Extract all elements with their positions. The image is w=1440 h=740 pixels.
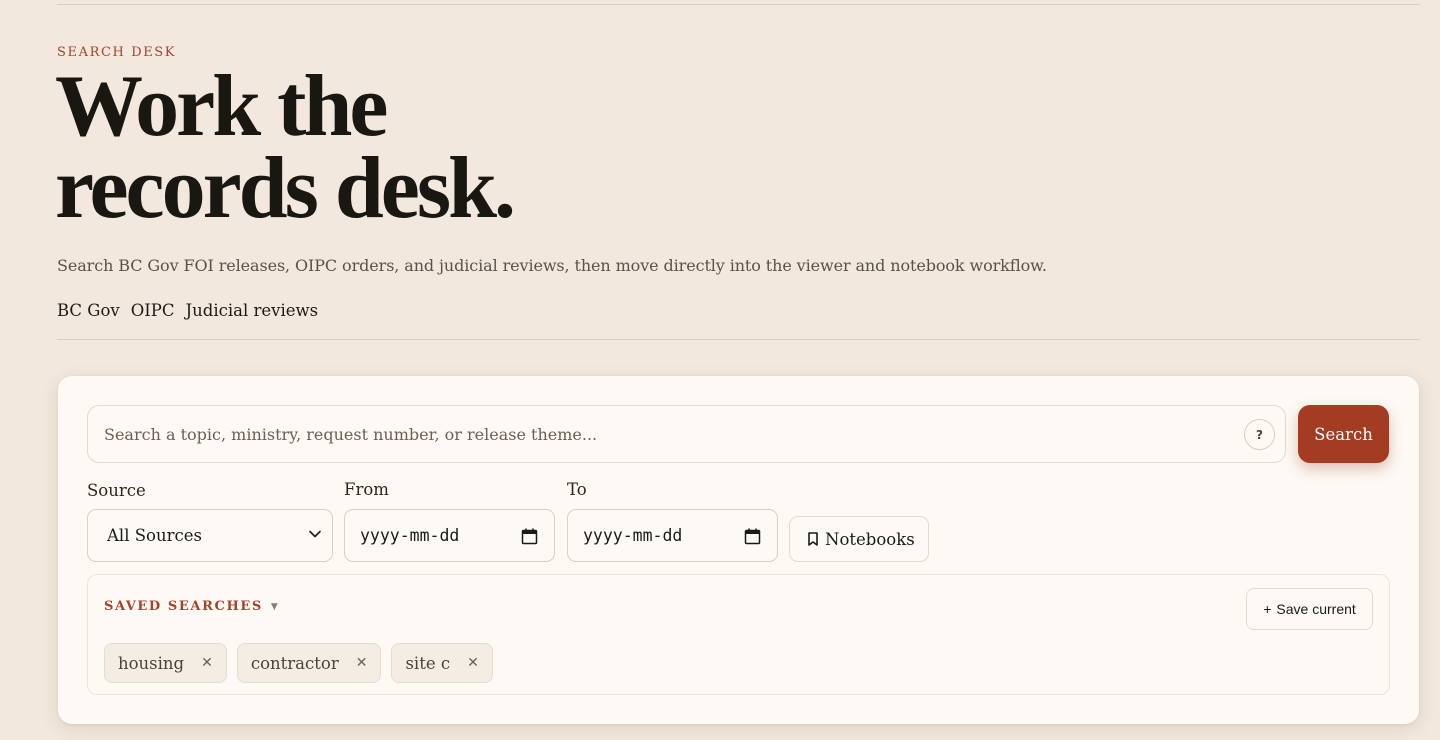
page: SEARCH DESK Work the records desk. Searc… bbox=[0, 0, 1440, 740]
to-label: To bbox=[567, 480, 587, 499]
search-panel: ? Search Source All Sources From yyyy-mm… bbox=[58, 376, 1419, 724]
from-date-value: yyyy-mm-dd bbox=[360, 526, 460, 545]
save-current-button[interactable]: + Save current bbox=[1246, 588, 1373, 630]
close-icon[interactable]: ✕ bbox=[356, 655, 368, 671]
close-icon[interactable]: ✕ bbox=[467, 655, 479, 671]
caret-down-icon: ▼ bbox=[270, 601, 280, 612]
search-help-button[interactable]: ? bbox=[1244, 419, 1275, 450]
source-judicial-reviews: Judicial reviews bbox=[185, 301, 319, 320]
source-bc-gov: BC Gov bbox=[57, 301, 120, 320]
saved-search-label: housing bbox=[118, 653, 185, 673]
saved-search-chip[interactable]: site c ✕ bbox=[391, 643, 493, 683]
bookmark-icon bbox=[808, 532, 818, 546]
page-title-line-1: Work the bbox=[55, 58, 388, 155]
save-current-label: Save current bbox=[1276, 601, 1356, 617]
notebooks-label: Notebooks bbox=[825, 529, 915, 549]
search-input[interactable] bbox=[88, 406, 1285, 462]
saved-search-chip[interactable]: contractor ✕ bbox=[236, 643, 382, 683]
page-title-line-2: records desk. bbox=[55, 140, 516, 237]
saved-search-chip[interactable]: housing ✕ bbox=[104, 643, 227, 683]
to-date-value: yyyy-mm-dd bbox=[583, 526, 683, 545]
page-description: Search BC Gov FOI releases, OIPC orders,… bbox=[57, 256, 1047, 275]
saved-searches-title: SAVED SEARCHES bbox=[104, 599, 263, 614]
source-select[interactable]: All Sources bbox=[87, 509, 333, 562]
source-label: Source bbox=[87, 481, 146, 500]
source-oipc: OIPC bbox=[130, 301, 175, 320]
to-date-input[interactable]: yyyy-mm-dd bbox=[567, 509, 778, 562]
search-button[interactable]: Search bbox=[1298, 405, 1389, 463]
from-date-input[interactable]: yyyy-mm-dd bbox=[344, 509, 555, 562]
close-icon[interactable]: ✕ bbox=[201, 655, 213, 671]
from-label: From bbox=[344, 480, 389, 499]
calendar-icon[interactable] bbox=[521, 528, 538, 545]
calendar-icon[interactable] bbox=[744, 528, 761, 545]
notebooks-button[interactable]: Notebooks bbox=[789, 516, 929, 562]
source-select-value: All Sources bbox=[107, 526, 202, 545]
saved-search-label: site c bbox=[405, 653, 451, 673]
section-divider bbox=[57, 339, 1420, 340]
saved-search-list: housing ✕ contractor ✕ site c ✕ bbox=[104, 643, 493, 683]
saved-searches-section: SAVED SEARCHES ▼ + Save current housing … bbox=[87, 574, 1390, 695]
saved-search-label: contractor bbox=[250, 653, 339, 673]
search-box: ? bbox=[87, 405, 1286, 463]
page-title: Work the records desk. bbox=[55, 58, 755, 237]
source-list: BC Gov OIPC Judicial reviews bbox=[57, 301, 318, 320]
chevron-down-icon bbox=[309, 530, 321, 538]
top-divider bbox=[57, 4, 1420, 5]
saved-searches-toggle[interactable]: SAVED SEARCHES ▼ bbox=[104, 599, 279, 614]
plus-icon: + bbox=[1263, 601, 1272, 617]
question-icon: ? bbox=[1256, 427, 1263, 442]
